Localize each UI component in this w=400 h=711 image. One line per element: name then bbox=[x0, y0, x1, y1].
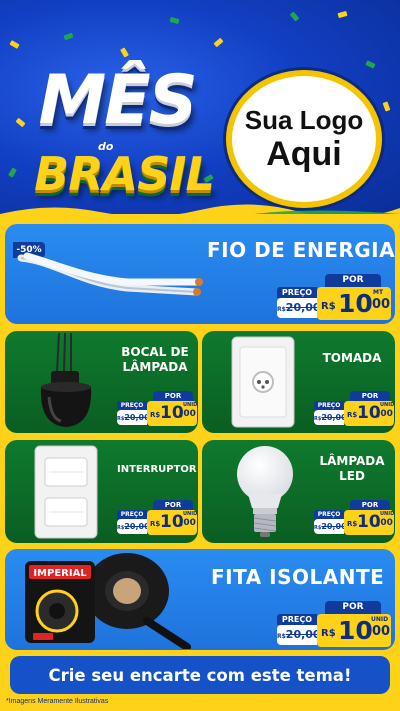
logo-placeholder: Sua Logo Aqui bbox=[226, 70, 382, 208]
electric-wire-icon bbox=[17, 252, 203, 296]
old-price-value: 20,00 bbox=[285, 301, 321, 314]
new-price: R$ 10 ,00 UNID bbox=[147, 401, 197, 426]
insulating-tape-icon: IMPERIAL bbox=[25, 553, 191, 649]
product-name: FITA ISOLANTE bbox=[211, 565, 385, 589]
flyer-page: MÊS do BRASIL Sua Logo Aqui -50% FIO DE … bbox=[0, 0, 400, 711]
product-card-switch: INTERRUPTOR POR PREÇO R$20,00 R$ 10 ,00 … bbox=[5, 440, 198, 543]
price-decimal: ,00 bbox=[377, 409, 393, 419]
product-name: FIO DE ENERGIA bbox=[207, 238, 395, 262]
logo-text-line1: Sua Logo bbox=[244, 105, 364, 135]
por-label: POR bbox=[153, 391, 193, 401]
currency: R$ bbox=[347, 520, 358, 528]
old-price: R$20,00 bbox=[277, 625, 321, 645]
confetti bbox=[289, 11, 300, 22]
light-switch-icon bbox=[34, 445, 98, 539]
por-label: POR bbox=[350, 500, 390, 510]
power-outlet-icon bbox=[231, 336, 295, 428]
new-price: R$ 10 ,00 MT bbox=[317, 287, 391, 320]
price-tag: POR PREÇO R$20,00 R$ 10 ,00 UNID bbox=[277, 601, 391, 647]
preco-label: PREÇO bbox=[277, 287, 317, 298]
confetti bbox=[337, 10, 348, 19]
preco-label: PREÇO bbox=[117, 401, 147, 410]
price-decimal: ,00 bbox=[180, 409, 196, 419]
product-name: INTERRUPTOR bbox=[117, 464, 197, 475]
price-tag: POR PREÇO R$20,00 R$ 10 ,00 UNID bbox=[314, 500, 394, 538]
logo-text-line2: Aqui bbox=[266, 135, 342, 173]
disclaimer-text: *Imagens Meramente Ilustrativas bbox=[6, 698, 109, 705]
product-card-outlet: TOMADA POR PREÇO R$20,00 R$ 10 ,00 UNID bbox=[202, 331, 395, 433]
preco-label: PREÇO bbox=[314, 510, 344, 519]
new-price: R$ 10 ,00 UNID bbox=[147, 510, 197, 535]
old-price: R$20,00 bbox=[117, 410, 150, 425]
price-unit: UNID bbox=[371, 616, 389, 623]
product-card-insulating-tape: FITA ISOLANTE IMPERIAL POR PREÇO R$20,00… bbox=[5, 549, 395, 650]
confetti bbox=[8, 167, 17, 178]
currency: R$ bbox=[150, 520, 161, 528]
confetti bbox=[169, 16, 180, 25]
old-price-value: 20,00 bbox=[124, 413, 150, 422]
new-price: R$ 10 ,00 UNID bbox=[317, 614, 391, 647]
currency: R$ bbox=[321, 301, 336, 312]
old-price: R$20,00 bbox=[314, 519, 347, 534]
price-unit: UNID bbox=[183, 511, 198, 517]
por-label: POR bbox=[325, 601, 381, 614]
price-unit: MT bbox=[373, 289, 384, 296]
price-tag: POR PREÇO R$20,00 R$ 10 ,00 UNID bbox=[117, 391, 197, 429]
campaign-title: MÊS do BRASIL bbox=[22, 66, 222, 206]
led-bulb-icon bbox=[237, 446, 293, 537]
confetti bbox=[120, 47, 129, 58]
confetti bbox=[382, 101, 391, 112]
currency: R$ bbox=[150, 411, 161, 419]
old-currency: R$ bbox=[277, 633, 286, 640]
tape-brand-label: IMPERIAL bbox=[33, 568, 87, 579]
old-price: R$20,00 bbox=[117, 519, 150, 534]
lamp-socket-icon bbox=[40, 333, 92, 427]
price-decimal: ,00 bbox=[377, 518, 393, 528]
por-label: POR bbox=[153, 500, 193, 510]
por-label: POR bbox=[325, 274, 381, 287]
old-currency: R$ bbox=[277, 306, 286, 313]
product-name: TOMADA bbox=[322, 351, 382, 365]
confetti bbox=[9, 40, 20, 49]
new-price: R$ 10 ,00 UNID bbox=[344, 510, 394, 535]
confetti bbox=[213, 37, 224, 48]
product-name: BOCAL DE LÂMPADA bbox=[121, 345, 189, 374]
confetti bbox=[365, 60, 376, 69]
por-label: POR bbox=[350, 391, 390, 401]
product-card-wire: -50% FIO DE ENERGIA POR PREÇO R$20,00 R$… bbox=[5, 224, 395, 324]
preco-label: PREÇO bbox=[277, 614, 317, 625]
product-card-led-bulb: LÂMPADA LED POR PREÇO R$20,00 R$ 10 ,00 … bbox=[202, 440, 395, 543]
old-price: R$20,00 bbox=[277, 298, 321, 318]
price-tag: POR PREÇO R$20,00 R$ 10 ,00 UNID bbox=[117, 500, 197, 538]
preco-label: PREÇO bbox=[117, 510, 147, 519]
price-tag: POR PREÇO R$20,00 R$ 10 ,00 UNID bbox=[314, 391, 394, 429]
price-unit: UNID bbox=[380, 511, 395, 517]
product-card-lamp-socket: BOCAL DE LÂMPADA POR PREÇO R$20,00 R$ 10… bbox=[5, 331, 198, 433]
old-price-value: 20,00 bbox=[321, 413, 347, 422]
price-decimal: ,00 bbox=[367, 297, 391, 312]
new-price: R$ 10 ,00 UNID bbox=[344, 401, 394, 426]
price-unit: UNID bbox=[380, 402, 395, 408]
confetti bbox=[63, 32, 74, 41]
price-decimal: ,00 bbox=[180, 518, 196, 528]
currency: R$ bbox=[347, 411, 358, 419]
currency: R$ bbox=[321, 628, 336, 639]
old-price-value: 20,00 bbox=[321, 522, 347, 531]
product-name: LÂMPADA LED bbox=[319, 454, 385, 483]
old-price-value: 20,00 bbox=[285, 628, 321, 641]
price-unit: UNID bbox=[183, 402, 198, 408]
old-price: R$20,00 bbox=[314, 410, 347, 425]
old-price-value: 20,00 bbox=[124, 522, 150, 531]
cta-banner: Crie seu encarte com este tema! bbox=[10, 656, 390, 694]
title-brasil: BRASIL bbox=[34, 147, 215, 201]
price-tag: POR PREÇO R$20,00 R$ 10 ,00 MT bbox=[277, 274, 391, 322]
header-banner: MÊS do BRASIL Sua Logo Aqui bbox=[0, 0, 400, 222]
price-decimal: ,00 bbox=[367, 624, 391, 639]
preco-label: PREÇO bbox=[314, 401, 344, 410]
title-mes: MÊS bbox=[38, 61, 197, 140]
